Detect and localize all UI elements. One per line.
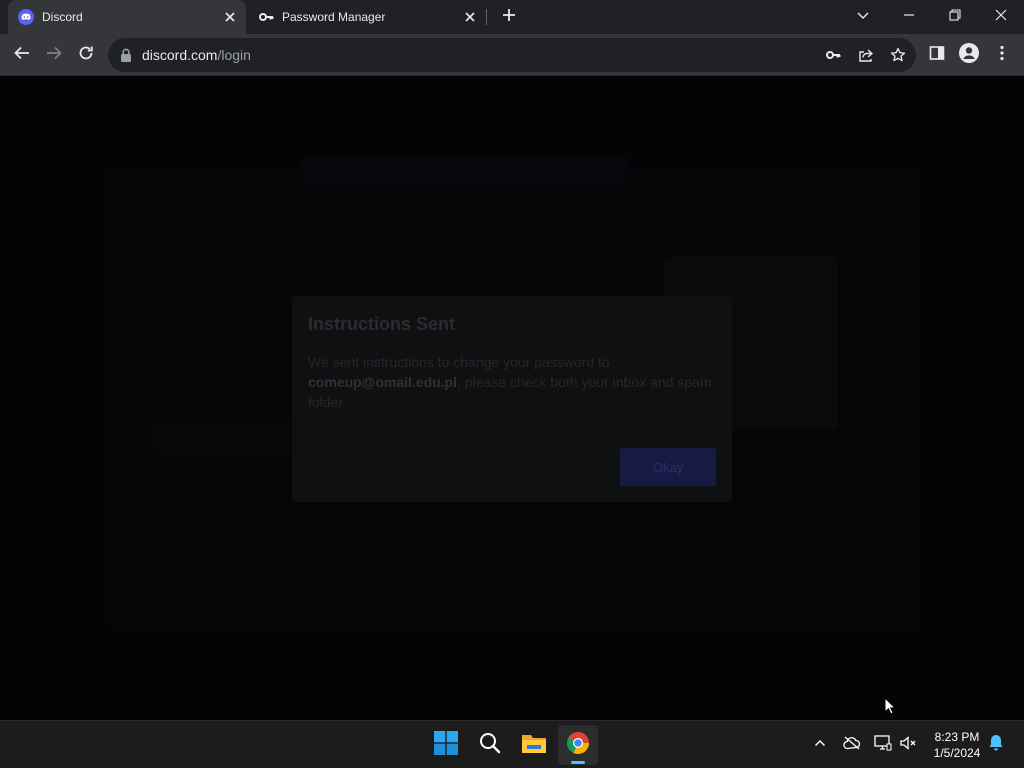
close-icon bbox=[995, 8, 1007, 26]
tab-separator bbox=[486, 9, 487, 25]
reload-button[interactable] bbox=[72, 41, 100, 69]
side-panel-icon bbox=[929, 45, 945, 66]
tab-discord[interactable]: Discord bbox=[8, 0, 246, 34]
discord-icon bbox=[18, 9, 34, 25]
forward-button[interactable] bbox=[40, 41, 68, 69]
close-icon[interactable] bbox=[462, 9, 478, 25]
tab-strip: Discord Password Manager bbox=[0, 0, 1024, 34]
lock-icon[interactable] bbox=[116, 45, 136, 65]
file-explorer-button[interactable] bbox=[514, 725, 554, 765]
instructions-sent-dialog: Instructions Sent We sent instructions t… bbox=[292, 296, 732, 502]
close-icon[interactable] bbox=[222, 9, 238, 25]
speaker-muted-icon bbox=[900, 735, 918, 756]
taskbar: 8:23 PM 1/5/2024 bbox=[0, 720, 1024, 768]
network-button[interactable] bbox=[873, 734, 893, 756]
reload-icon bbox=[77, 44, 95, 67]
minimize-icon bbox=[903, 8, 915, 26]
profile-button[interactable] bbox=[955, 41, 983, 69]
chrome-taskbar-button[interactable] bbox=[558, 725, 598, 765]
restore-icon bbox=[949, 8, 961, 26]
clock-date: 1/5/2024 bbox=[933, 746, 981, 760]
share-icon[interactable] bbox=[856, 45, 876, 65]
chevron-up-icon bbox=[814, 736, 826, 754]
search-icon bbox=[479, 732, 501, 759]
start-button[interactable] bbox=[426, 725, 466, 765]
system-clock[interactable]: 8:23 PM 1/5/2024 bbox=[926, 729, 988, 761]
notifications-button[interactable] bbox=[986, 735, 1006, 755]
tab-search-button[interactable] bbox=[840, 0, 886, 34]
profile-icon bbox=[959, 42, 979, 68]
bell-icon bbox=[988, 734, 1004, 756]
tab-title: Password Manager bbox=[282, 10, 386, 24]
back-button[interactable] bbox=[8, 41, 36, 69]
key-icon[interactable] bbox=[823, 45, 843, 65]
dialog-message: We sent instructions to change your pass… bbox=[308, 352, 718, 412]
dialog-title: Instructions Sent bbox=[308, 314, 456, 334]
tab-title: Discord bbox=[42, 10, 83, 24]
okay-button[interactable]: Okay bbox=[620, 448, 716, 486]
active-app-indicator bbox=[571, 761, 585, 764]
minimize-button[interactable] bbox=[886, 0, 932, 34]
chevron-down-icon bbox=[856, 8, 870, 27]
dialog-message-start: We sent instructions to change your pass… bbox=[308, 354, 610, 370]
show-hidden-icons-button[interactable] bbox=[810, 735, 830, 755]
star-icon[interactable] bbox=[888, 45, 908, 65]
background-glow bbox=[300, 157, 630, 187]
cloud-offline-icon bbox=[843, 736, 861, 755]
clock-time: 8:23 PM bbox=[934, 730, 980, 744]
pointer-cursor-icon bbox=[884, 696, 897, 719]
windows-start-icon bbox=[434, 730, 458, 760]
forward-arrow-icon bbox=[45, 44, 63, 67]
more-vert-icon bbox=[1000, 45, 1004, 66]
url-path: /login bbox=[217, 47, 251, 63]
back-arrow-icon bbox=[13, 44, 31, 67]
plus-icon bbox=[501, 7, 517, 28]
url-text[interactable]: discord.com/login bbox=[142, 47, 251, 63]
side-panel-button[interactable] bbox=[923, 41, 951, 69]
onedrive-button[interactable] bbox=[842, 735, 862, 755]
key-icon bbox=[258, 9, 274, 25]
address-bar[interactable]: discord.com/login bbox=[108, 38, 916, 72]
background-input-field bbox=[152, 419, 292, 455]
network-icon bbox=[874, 734, 892, 756]
mouse-cursor bbox=[884, 696, 897, 720]
chrome-icon bbox=[566, 731, 590, 760]
dialog-email: comeup@omail.edu.pl bbox=[308, 374, 458, 390]
window-close-button[interactable] bbox=[978, 0, 1024, 34]
url-host: discord.com bbox=[142, 47, 218, 63]
page-content: Instructions Sent We sent instructions t… bbox=[0, 77, 1024, 720]
tab-password-manager[interactable]: Password Manager bbox=[248, 0, 486, 34]
volume-button[interactable] bbox=[899, 735, 919, 755]
menu-button[interactable] bbox=[988, 41, 1016, 69]
file-explorer-icon bbox=[521, 732, 547, 759]
search-button[interactable] bbox=[470, 725, 510, 765]
restore-button[interactable] bbox=[932, 0, 978, 34]
new-tab-button[interactable] bbox=[495, 3, 523, 31]
